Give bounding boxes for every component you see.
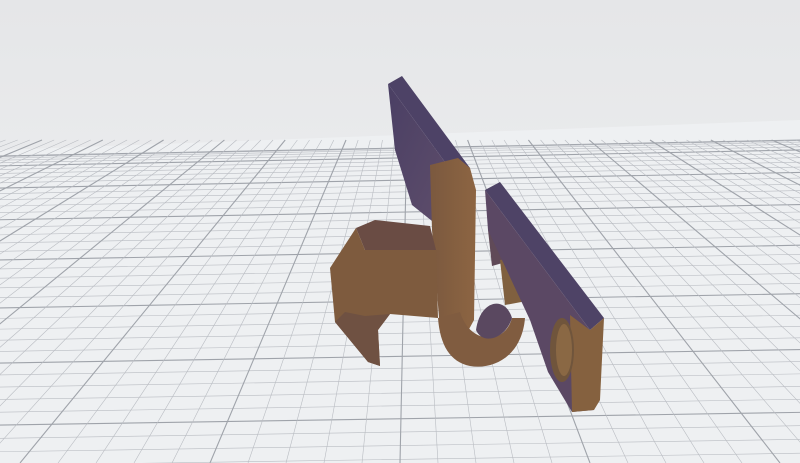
model-plate-face [570,315,604,412]
3d-viewport[interactable] [0,0,800,463]
3d-scene[interactable] [0,0,800,463]
model-plate-hole-inner [556,324,572,376]
